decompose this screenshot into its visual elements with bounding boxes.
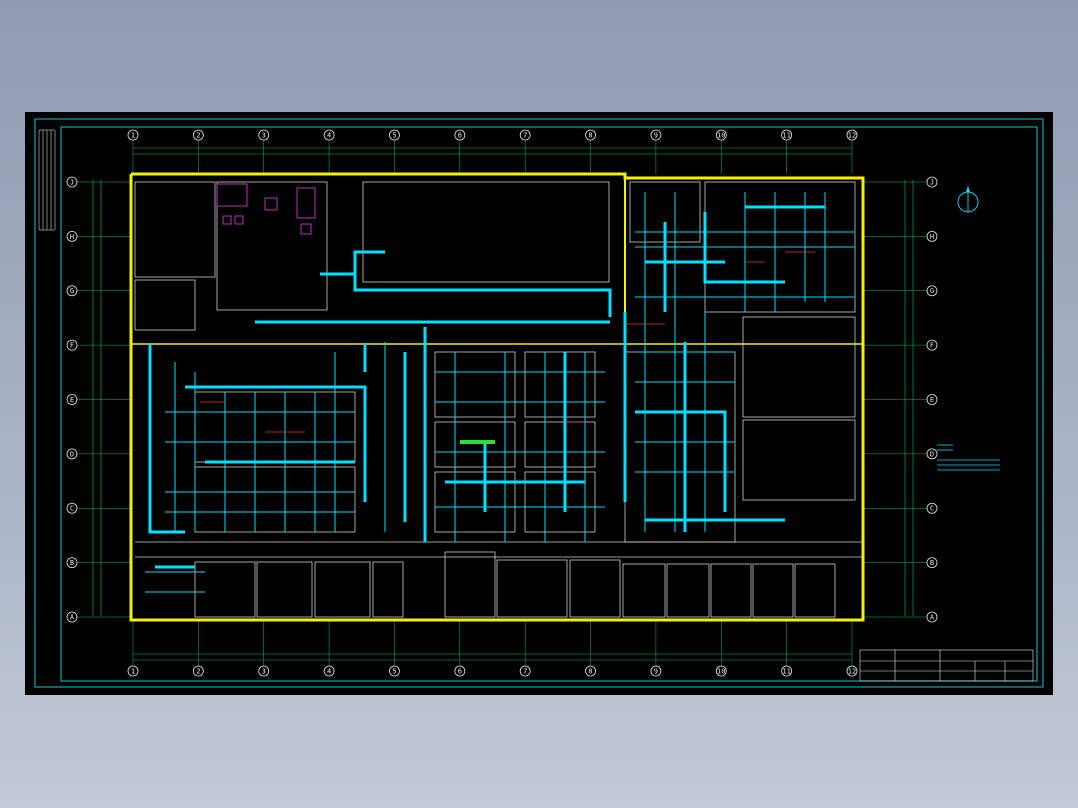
axis-label: 2 bbox=[196, 667, 200, 675]
inner-frame bbox=[60, 126, 1038, 682]
column-axis-top-2: 2 bbox=[192, 129, 204, 141]
axis-label: F bbox=[70, 342, 74, 350]
building-walls bbox=[129, 172, 865, 622]
axis-label: B bbox=[930, 559, 934, 567]
axis-label: 8 bbox=[588, 667, 592, 675]
axis-label: E bbox=[930, 396, 934, 404]
row-axis-left-B: B bbox=[66, 557, 78, 569]
axis-label: 10 bbox=[717, 131, 725, 139]
axis-label: C bbox=[70, 505, 74, 513]
axis-label: G bbox=[70, 287, 74, 295]
axis-label: 9 bbox=[654, 667, 658, 675]
axis-label: 12 bbox=[848, 667, 856, 675]
row-axis-right-D: D bbox=[926, 448, 938, 460]
column-axis-bottom-2: 2 bbox=[192, 665, 204, 677]
row-axis-left-F: F bbox=[66, 339, 78, 351]
column-axis-bottom-1: 1 bbox=[127, 665, 139, 677]
outer-frame bbox=[34, 118, 1044, 688]
row-axis-left-H: H bbox=[66, 230, 78, 242]
column-axis-bottom-4: 4 bbox=[323, 665, 335, 677]
axis-label: D bbox=[930, 450, 934, 458]
column-axis-top-10: 10 bbox=[715, 129, 727, 141]
axis-label: J bbox=[930, 178, 934, 186]
axis-label: 7 bbox=[523, 667, 527, 675]
row-axis-right-E: E bbox=[926, 394, 938, 405]
axis-label: 6 bbox=[458, 667, 462, 675]
column-axis-bottom-11: 11 bbox=[781, 665, 793, 677]
axis-label: H bbox=[930, 233, 934, 241]
title-block bbox=[859, 649, 1034, 682]
axis-label: 5 bbox=[392, 131, 396, 139]
column-axis-bottom-7: 7 bbox=[519, 665, 531, 677]
column-axis-bottom-10: 10 bbox=[715, 665, 727, 677]
axis-label: 4 bbox=[327, 131, 331, 139]
dimension-lines bbox=[92, 147, 914, 661]
column-axis-top-8: 8 bbox=[585, 129, 596, 141]
row-axis-left-J: J bbox=[66, 176, 78, 188]
axis-label: A bbox=[70, 613, 75, 621]
row-axis-left-G: G bbox=[66, 285, 78, 297]
axis-label: 6 bbox=[458, 131, 462, 139]
axis-label: 4 bbox=[327, 667, 331, 675]
cad-viewer[interactable]: 1 1 2 2 3 3 4 4 5 5 6 6 7 7 8 8 9 9 10 10 11 11 12 12 J J H H G G F F E E… bbox=[25, 112, 1053, 695]
axis-label: 2 bbox=[196, 131, 200, 139]
equipment-room bbox=[216, 183, 316, 235]
axis-label: G bbox=[930, 287, 934, 295]
ductwork bbox=[148, 205, 825, 569]
axis-label: 8 bbox=[588, 131, 592, 139]
grid-axes: 112233445566778899101011111212J JH HG GF FE E… bbox=[66, 129, 938, 677]
axis-label: 1 bbox=[131, 667, 135, 675]
column-axis-top-3: 3 bbox=[258, 129, 270, 141]
row-axis-right-F: F bbox=[926, 339, 938, 351]
red-accents bbox=[200, 251, 815, 433]
row-axis-right-B: B bbox=[926, 557, 938, 569]
axis-label: 5 bbox=[392, 667, 396, 675]
axis-label: F bbox=[930, 342, 934, 350]
binding-margin bbox=[38, 129, 56, 231]
row-axis-left-C: C bbox=[66, 502, 78, 514]
column-axis-top-7: 7 bbox=[519, 129, 531, 141]
row-axis-left-A: A bbox=[66, 611, 78, 623]
column-axis-bottom-8: 8 bbox=[585, 665, 596, 677]
axis-label: 3 bbox=[262, 131, 266, 139]
row-axis-left-D: D bbox=[66, 448, 78, 460]
column-axis-top-4: 4 bbox=[323, 129, 335, 141]
column-axis-top-12: 12 bbox=[846, 129, 858, 141]
axis-label: 10 bbox=[717, 667, 725, 675]
axis-label: B bbox=[70, 559, 74, 567]
axis-label: H bbox=[70, 233, 74, 241]
axis-label: C bbox=[930, 505, 934, 513]
axis-label: 3 bbox=[262, 667, 266, 675]
axis-label: 1 bbox=[131, 131, 135, 139]
row-axis-right-C: C bbox=[926, 502, 938, 514]
row-axis-left-E: E bbox=[66, 394, 78, 405]
axis-label: E bbox=[70, 396, 74, 404]
column-axis-bottom-12: 12 bbox=[846, 665, 858, 677]
column-axis-top-1: 1 bbox=[127, 129, 139, 141]
column-axis-top-11: 11 bbox=[781, 129, 793, 141]
legend-marks bbox=[937, 444, 1000, 471]
axis-label: 11 bbox=[782, 667, 790, 675]
row-axis-right-G: G bbox=[926, 285, 938, 297]
axis-label: 12 bbox=[848, 131, 856, 139]
column-axis-bottom-5: 5 bbox=[389, 665, 400, 677]
axis-label: A bbox=[930, 613, 935, 621]
column-axis-top-9: 9 bbox=[650, 129, 662, 141]
row-axis-right-H: H bbox=[926, 230, 938, 242]
axis-label: 9 bbox=[654, 131, 658, 139]
column-axis-top-6: 6 bbox=[454, 129, 466, 141]
axis-label: 11 bbox=[782, 131, 790, 139]
hvac-floor-plan[interactable]: 112233445566778899101011111212J JH HG GF FE E… bbox=[25, 112, 1053, 695]
axis-label: 7 bbox=[523, 131, 527, 139]
axis-label: D bbox=[70, 450, 74, 458]
column-axis-bottom-3: 3 bbox=[258, 665, 270, 677]
column-axis-bottom-6: 6 bbox=[454, 665, 466, 677]
row-axis-right-A: A bbox=[926, 611, 938, 623]
column-axis-top-5: 5 bbox=[389, 129, 400, 141]
row-axis-right-J: J bbox=[926, 176, 938, 188]
north-arrow-icon bbox=[957, 186, 979, 213]
column-axis-bottom-9: 9 bbox=[650, 665, 662, 677]
axis-label: J bbox=[70, 178, 74, 186]
